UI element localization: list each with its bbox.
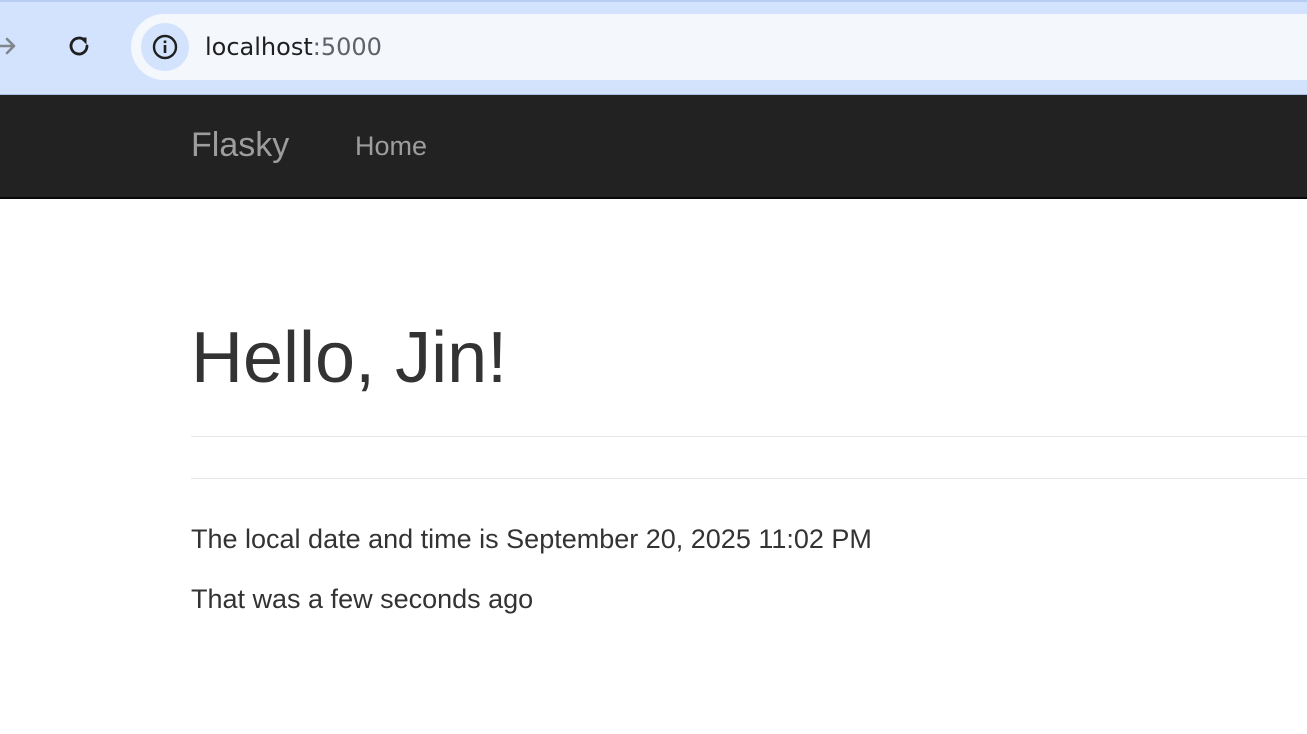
tab-strip-edge xyxy=(0,0,1307,2)
section-divider xyxy=(191,478,1307,479)
navbar-brand-link[interactable]: Flasky xyxy=(191,125,289,165)
url-text[interactable]: localhost:5000 xyxy=(205,31,382,63)
relative-time-text: That was a few seconds ago xyxy=(191,584,534,614)
local-datetime-text: The local date and time is September 20,… xyxy=(191,524,872,554)
header-divider xyxy=(191,436,1307,437)
address-bar[interactable]: localhost:5000 xyxy=(131,14,1307,80)
reload-icon xyxy=(69,36,89,56)
url-host: localhost xyxy=(205,33,313,61)
info-icon xyxy=(152,34,178,60)
site-info-button[interactable] xyxy=(141,23,189,71)
page-title: Hello, Jin! xyxy=(191,318,508,398)
browser-toolbar: localhost:5000 xyxy=(0,0,1307,95)
nav-link-home[interactable]: Home xyxy=(355,130,427,162)
arrow-right-icon xyxy=(0,37,16,55)
reload-button[interactable] xyxy=(61,28,97,64)
site-navbar: Flasky Home xyxy=(0,95,1307,199)
forward-button[interactable] xyxy=(0,28,24,64)
url-port: :5000 xyxy=(312,33,382,61)
